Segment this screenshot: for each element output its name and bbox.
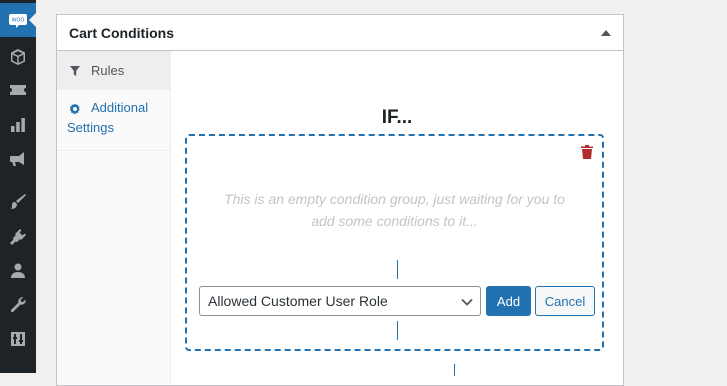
tab-additional-settings[interactable]: Additional Settings [57,90,170,151]
products-box-icon [11,49,25,65]
panel-header: Cart Conditions [57,15,623,51]
active-indicator [29,12,37,28]
menu-appearance[interactable] [0,185,36,219]
condition-type-select[interactable]: Allowed Customer User Role [199,286,481,316]
trash-icon[interactable] [581,145,593,159]
rules-content: IF... This is an empty condition group, … [171,51,623,385]
funnel-icon [69,63,81,83]
cart-conditions-panel: Cart Conditions Rules Additional Setting… [56,14,624,386]
tab-rules-label: Rules [91,63,125,78]
admin-sidebar: WOO [0,0,37,373]
menu-analytics[interactable] [0,108,36,142]
menu-woocommerce[interactable]: WOO [0,3,37,37]
coupon-ticket-icon [10,85,26,95]
empty-group-message: This is an empty condition group, just w… [224,191,565,229]
add-condition-button[interactable]: Add [486,286,531,316]
plugins-plug-icon [10,229,26,245]
analytics-bar-chart-icon [11,118,25,132]
tools-wrench-icon [10,297,26,313]
chevron-down-icon [461,298,473,306]
svg-text:WOO: WOO [12,18,25,24]
connector-line-top [397,260,398,279]
tab-additional-settings-label: Additional Settings [67,100,149,135]
woocommerce-icon: WOO [9,14,27,28]
appearance-brush-icon [11,194,26,209]
panel-tabs: Rules Additional Settings [57,51,171,385]
panel-title: Cart Conditions [69,25,174,41]
connector-line-bottom [397,321,398,340]
menu-coupons[interactable] [0,73,36,107]
menu-tools[interactable] [0,288,36,322]
menu-plugins[interactable] [0,220,36,254]
collapse-toggle-icon[interactable] [601,30,611,36]
marketing-megaphone-icon [10,152,24,166]
condition-group: This is an empty condition group, just w… [185,134,604,351]
cancel-button[interactable]: Cancel [535,286,595,316]
condition-select-value: Allowed Customer User Role [208,293,388,309]
tab-rules[interactable]: Rules [57,51,170,90]
settings-sliders-icon [11,332,25,346]
menu-users[interactable] [0,254,36,288]
menu-settings[interactable] [0,322,36,356]
if-heading: IF... [381,107,413,128]
menu-products[interactable] [0,40,36,74]
menu-marketing[interactable] [0,142,36,176]
connector-line-outer [454,364,455,376]
users-person-icon [11,263,25,278]
